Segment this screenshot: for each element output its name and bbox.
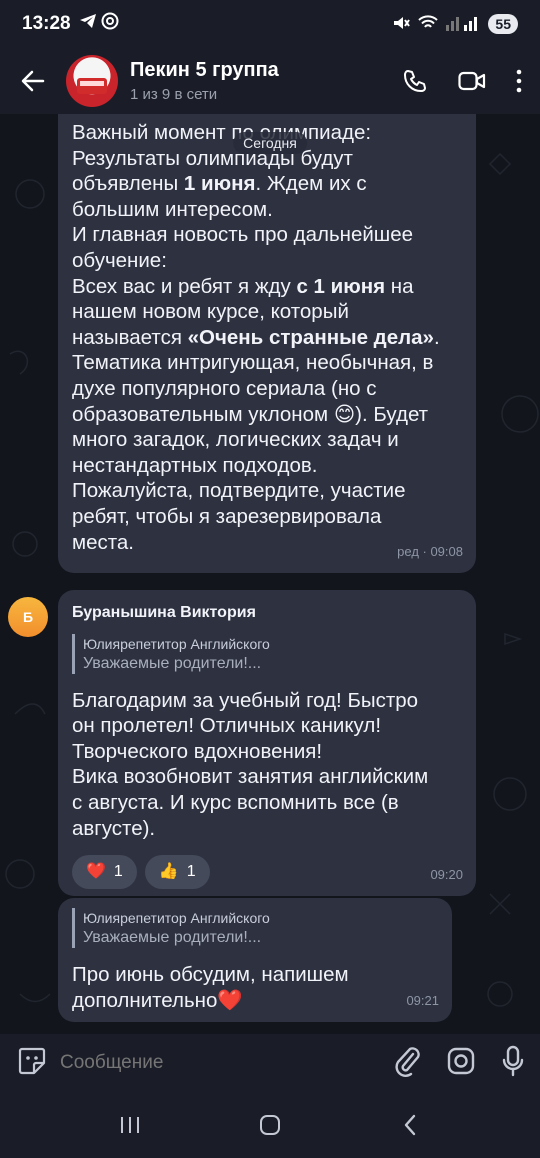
voice-message-button[interactable]: [502, 1045, 524, 1082]
sticker-button[interactable]: [16, 1045, 48, 1082]
date-separator: Сегодня: [233, 132, 307, 154]
message-line: ребят, чтобы я зарезервировала: [72, 504, 382, 528]
chat-title-block[interactable]: Пекин 5 группа 1 из 9 в сети: [130, 59, 402, 103]
message-bubble[interactable]: Юлиярепетитор Английского Уважаемые роди…: [58, 898, 452, 1022]
system-nav-bar: [0, 1092, 540, 1158]
group-avatar[interactable]: [66, 55, 118, 107]
sticker-icon: [18, 1047, 46, 1074]
message-line: большим интересом.: [72, 197, 273, 221]
video-camera-icon: [458, 71, 486, 91]
reaction-thumbs-up[interactable]: 👍 1: [144, 855, 210, 890]
reply-author: Юлиярепетитор Английского: [83, 635, 270, 652]
arrow-left-icon: [21, 70, 45, 92]
more-options-button[interactable]: [516, 69, 522, 93]
phone-call-button[interactable]: [402, 68, 428, 94]
message-line: духе популярного сериала (но с: [72, 376, 377, 400]
reaction-count: 1: [113, 863, 123, 881]
signal-icon: [446, 15, 480, 34]
message-meta: 09:21: [406, 993, 439, 1009]
reaction-count: 1: [186, 863, 196, 881]
chat-header: Пекин 5 группа 1 из 9 в сети: [0, 48, 540, 114]
message-line: Благодарим за учебный год! Быстро: [72, 688, 419, 712]
message-text: Благодарим за учебный год! Быстро он прол…: [72, 688, 462, 842]
reply-author: Юлиярепетитор Английского: [83, 910, 270, 926]
instagram-camera-icon: [447, 1047, 475, 1074]
home-button[interactable]: [240, 1105, 300, 1145]
message-input[interactable]: [60, 1052, 394, 1074]
paperclip-icon: [395, 1046, 420, 1077]
microphone-icon: [502, 1045, 524, 1076]
battery-indicator: 55: [488, 14, 518, 34]
message-line: обучение:: [72, 248, 167, 272]
chat-title: Пекин 5 группа: [130, 59, 279, 81]
message-line: Всех вас и ребят я жду с 1 июня на: [72, 274, 414, 298]
message-line: называется «Очень странные дела».: [72, 325, 440, 349]
mute-icon: [392, 14, 411, 35]
system-back-button[interactable]: [380, 1105, 440, 1145]
message-line: он пролетел! Отличных каникул!: [72, 714, 382, 738]
reply-quote[interactable]: Юлиярепетитор Английского Уважаемые роди…: [72, 633, 462, 674]
status-bar: 13:28 55: [0, 0, 540, 48]
chat-online-status: 1 из 9 в сети: [130, 86, 218, 103]
more-vertical-icon: [516, 69, 522, 93]
video-call-button[interactable]: [458, 70, 486, 92]
at-sign-icon: [101, 12, 119, 36]
message-text: Важный момент по олимпиаде: Результаты ол…: [72, 118, 462, 555]
message-line: Вика возобновит занятия английским: [72, 765, 429, 789]
message-line: Творческого вдохновения!: [72, 739, 323, 763]
reactions-row: ❤️ 1 👍 1: [72, 855, 462, 890]
message-line: И главная новость про дальнейшее: [72, 223, 414, 247]
status-time: 13:28: [22, 13, 71, 34]
thumbs-up-emoji-icon: 👍: [158, 863, 179, 881]
telegram-icon: [79, 13, 97, 35]
message-line: августе).: [72, 816, 156, 840]
phone-icon: [404, 70, 426, 92]
back-button[interactable]: [18, 66, 48, 96]
message-line: Тематика интригующая, необычная, в: [72, 351, 434, 375]
reply-text: Уважаемые родители!...: [83, 654, 262, 672]
message-meta: 09:20: [430, 867, 463, 883]
message-line: образовательным уклоном 😊). Будет: [72, 402, 429, 426]
sender-name[interactable]: Буранышина Виктория: [72, 600, 462, 626]
message-line: Пожалуйста, подтвердите, участие: [72, 479, 406, 503]
message-line: дополнительно❤️: [72, 988, 243, 1012]
message-composer: [0, 1034, 540, 1092]
heart-emoji-icon: ❤️: [86, 863, 106, 881]
reaction-heart[interactable]: ❤️ 1: [72, 855, 137, 890]
chevron-left-icon: [404, 1114, 416, 1136]
message-text: Про июнь обсудим, напишем дополнительно❤️: [72, 962, 438, 1013]
sender-avatar[interactable]: Б: [8, 597, 48, 637]
camera-button[interactable]: [446, 1046, 476, 1081]
message-line: Про июнь обсудим, напишем: [72, 963, 349, 986]
message-line: много загадок, логических задач и: [72, 428, 399, 452]
message-line: с августа. И курс вспомнить все (в: [72, 790, 399, 814]
home-icon: [260, 1115, 280, 1135]
recent-apps-icon: [121, 1117, 139, 1133]
message-line: нашем новом курсе, который: [72, 300, 349, 324]
message-bubble[interactable]: Важный момент по олимпиаде: Результаты ол…: [58, 114, 476, 573]
reply-quote[interactable]: Юлиярепетитор Английского Уважаемые роди…: [72, 908, 438, 948]
message-line: объявлены 1 июня. Ждем их с: [72, 172, 367, 196]
reply-text: Уважаемые родители!...: [83, 929, 262, 946]
attach-button[interactable]: [394, 1045, 420, 1082]
school-bus-logo-icon: [77, 78, 107, 94]
message-meta: ред · 09:08: [397, 544, 463, 560]
message-bubble[interactable]: Буранышина Виктория Юлиярепетитор Англий…: [58, 590, 476, 896]
message-line: нестандартных подходов.: [72, 453, 318, 477]
recent-apps-button[interactable]: [100, 1105, 160, 1145]
wifi-icon: [418, 14, 439, 34]
